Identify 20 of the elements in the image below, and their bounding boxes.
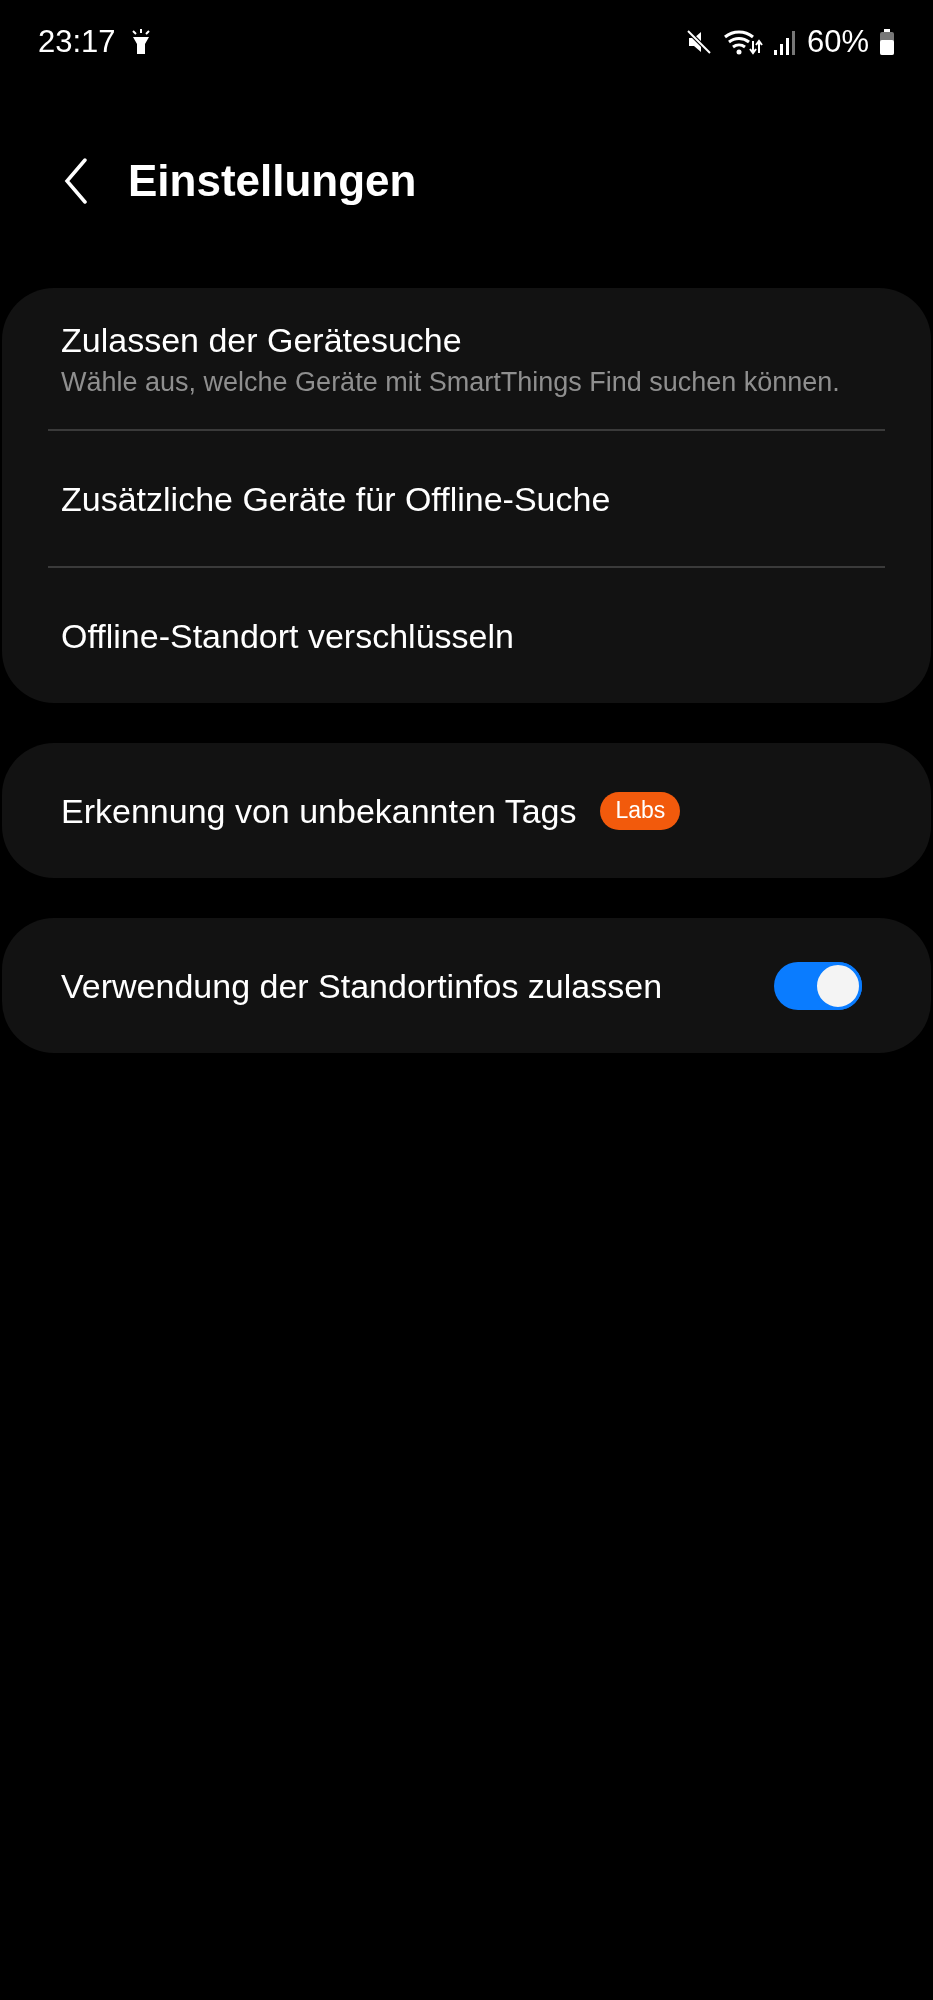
settings-item[interactable]: Erkennung von unbekannten Tags Labs bbox=[48, 743, 885, 878]
item-title: Verwendung der Standortinfos zulassen bbox=[61, 965, 664, 1007]
item-subtitle: Wähle aus, welche Geräte mit SmartThings Find suchen können. bbox=[61, 366, 841, 399]
item-title: Erkennung von unbekannten Tags bbox=[61, 790, 577, 832]
item-title: Offline-Standort verschlüsseln bbox=[61, 615, 515, 657]
page-title: Einstellungen bbox=[128, 155, 417, 207]
settings-item[interactable]: Zulassen der Gerätesuche Wähle aus, welche Geräte mit SmartThings Find suchen können. bbox=[48, 288, 885, 429]
settings-item[interactable]: Zusätzliche Geräte für Offline-Suche bbox=[48, 431, 885, 566]
battery-icon bbox=[879, 28, 895, 56]
clock: 23:17 bbox=[38, 22, 116, 61]
toggle-switch[interactable] bbox=[774, 961, 862, 1010]
settings-item[interactable]: Verwendung der Standortinfos zulassen bbox=[48, 918, 885, 1053]
signal-icon bbox=[772, 28, 797, 56]
settings-item[interactable]: Offline-Standort verschlüsseln bbox=[48, 568, 885, 703]
item-title: Zulassen der Gerätesuche bbox=[61, 320, 463, 361]
battery-percentage: 60% bbox=[806, 22, 869, 61]
labs-badge: Labs bbox=[600, 791, 681, 830]
item-title: Zusätzliche Geräte für Offline-Suche bbox=[61, 478, 612, 520]
flashlight-icon bbox=[129, 28, 152, 56]
mute-icon bbox=[684, 28, 713, 56]
